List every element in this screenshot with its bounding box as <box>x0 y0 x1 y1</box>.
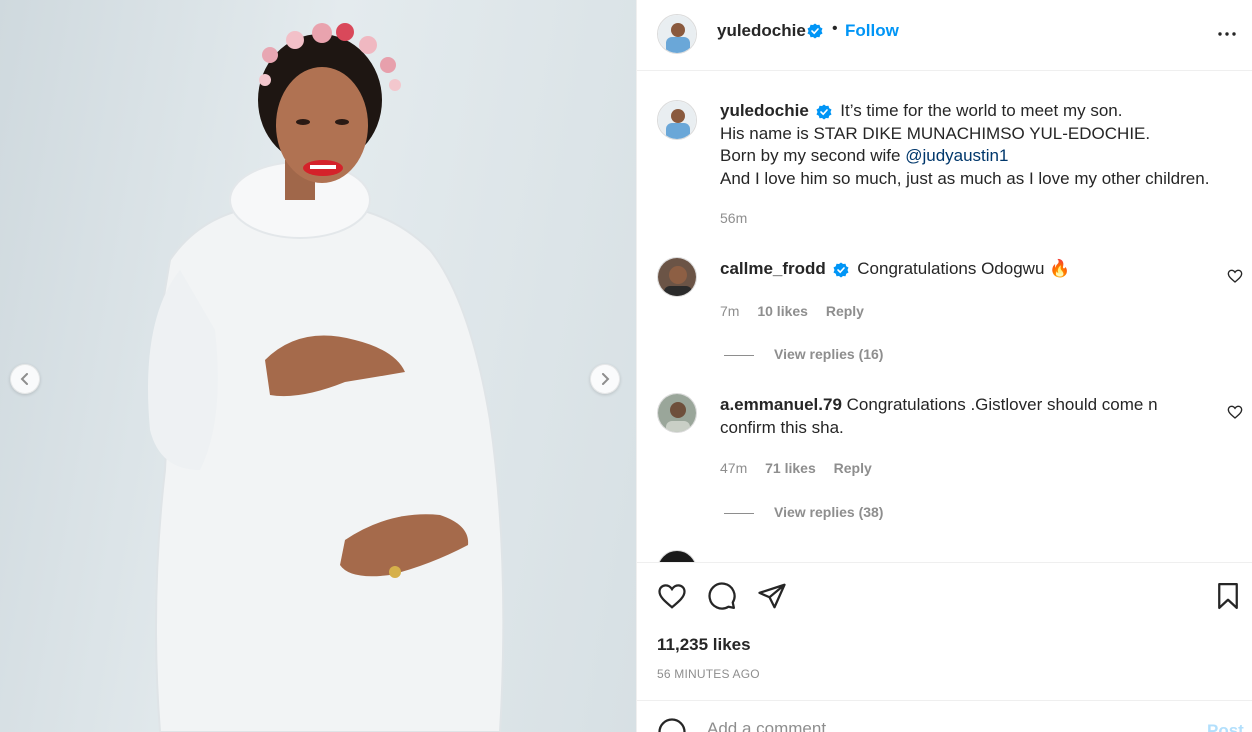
post-details-panel: yuledochie • Follow yuledochie It’s time… <box>636 0 1252 732</box>
comment-author[interactable]: a.emmanuel.79 <box>720 395 842 414</box>
post-photo <box>148 23 505 732</box>
follow-button[interactable]: Follow <box>845 21 899 41</box>
verified-badge-icon <box>807 23 823 39</box>
more-options-icon[interactable] <box>1215 22 1239 46</box>
caption-line-3: Born by my second wife <box>720 146 906 165</box>
caption-meta: 56m <box>720 210 761 226</box>
mention-link[interactable]: @judyaustin1 <box>905 146 1008 165</box>
caption-line-4: And I love him so much, just as much as … <box>720 168 1210 188</box>
caption-line-2: His name is STAR DIKE MUNACHIMSO YUL-EDO… <box>720 123 1151 143</box>
heart-icon[interactable] <box>657 581 687 611</box>
like-count[interactable]: 11,235 likes <box>657 635 751 655</box>
chevron-right-icon <box>602 373 610 385</box>
author-avatar-image <box>658 15 696 53</box>
post-comment-button[interactable]: Post <box>1207 721 1244 732</box>
next-photo-button[interactable] <box>590 364 620 394</box>
like-comment-heart-icon[interactable] <box>1227 268 1243 284</box>
comment-meta: 7m 10 likes Reply <box>720 303 878 319</box>
replies-divider <box>724 354 754 356</box>
post-actions: 11,235 likes 56 MINUTES AGO <box>637 562 1252 700</box>
view-replies-button[interactable]: View replies (16) <box>724 346 883 362</box>
comment-text: Congratulations Odogwu 🔥 <box>857 259 1071 278</box>
caption-author-avatar[interactable] <box>657 100 697 140</box>
post-header: yuledochie • Follow <box>637 0 1252 71</box>
comment-meta: 47m 71 likes Reply <box>720 460 886 476</box>
comment-author[interactable]: callme_frodd <box>720 259 826 278</box>
commenter-avatar[interactable] <box>657 393 697 433</box>
comment-icon[interactable] <box>707 581 737 611</box>
comment-likes[interactable]: 10 likes <box>757 303 808 319</box>
previous-photo-button[interactable] <box>10 364 40 394</box>
reply-button[interactable]: Reply <box>834 460 872 476</box>
comment-body: callme_frodd Congratulations Odogwu 🔥 <box>720 258 1232 281</box>
verified-badge-icon <box>833 262 849 278</box>
commenter-avatar-image <box>658 394 696 432</box>
author-username[interactable]: yuledochie <box>717 21 806 41</box>
post-time-ago[interactable]: 56 MINUTES AGO <box>657 667 760 681</box>
replies-divider <box>724 512 754 514</box>
comment-timestamp[interactable]: 47m <box>720 460 747 476</box>
view-replies-label: View replies (16) <box>774 346 884 362</box>
comments-list[interactable]: yuledochie It’s time for the world to me… <box>637 72 1252 562</box>
commenter-avatar[interactable] <box>657 257 697 297</box>
caption-author[interactable]: yuledochie <box>720 101 809 120</box>
separator-dot: • <box>832 20 838 37</box>
comment-timestamp[interactable]: 7m <box>720 303 739 319</box>
chevron-left-icon <box>20 373 28 385</box>
author-avatar[interactable] <box>657 14 697 54</box>
comment-likes[interactable]: 71 likes <box>765 460 816 476</box>
commenter-avatar[interactable] <box>657 550 697 562</box>
commenter-avatar-image <box>658 258 696 296</box>
verified-badge-icon <box>816 104 832 120</box>
post-caption: yuledochie It’s time for the world to me… <box>720 100 1232 190</box>
share-icon[interactable] <box>757 581 787 611</box>
view-replies-button[interactable]: View replies (38) <box>724 504 883 520</box>
add-comment-bar: Post <box>637 700 1252 732</box>
view-replies-label: View replies (38) <box>774 504 884 520</box>
comment-body: a.emmanuel.79 Congratulations .Gistlover… <box>720 394 1190 439</box>
bookmark-icon[interactable] <box>1213 581 1243 611</box>
comment-input[interactable] <box>707 717 1177 732</box>
emoji-icon[interactable] <box>657 717 687 732</box>
post-media <box>0 0 636 732</box>
caption-avatar-image <box>658 101 696 139</box>
reply-button[interactable]: Reply <box>826 303 864 319</box>
caption-line-1: It’s time for the world to meet my son. <box>840 101 1123 120</box>
like-comment-heart-icon[interactable] <box>1227 404 1243 420</box>
caption-timestamp[interactable]: 56m <box>720 210 747 226</box>
